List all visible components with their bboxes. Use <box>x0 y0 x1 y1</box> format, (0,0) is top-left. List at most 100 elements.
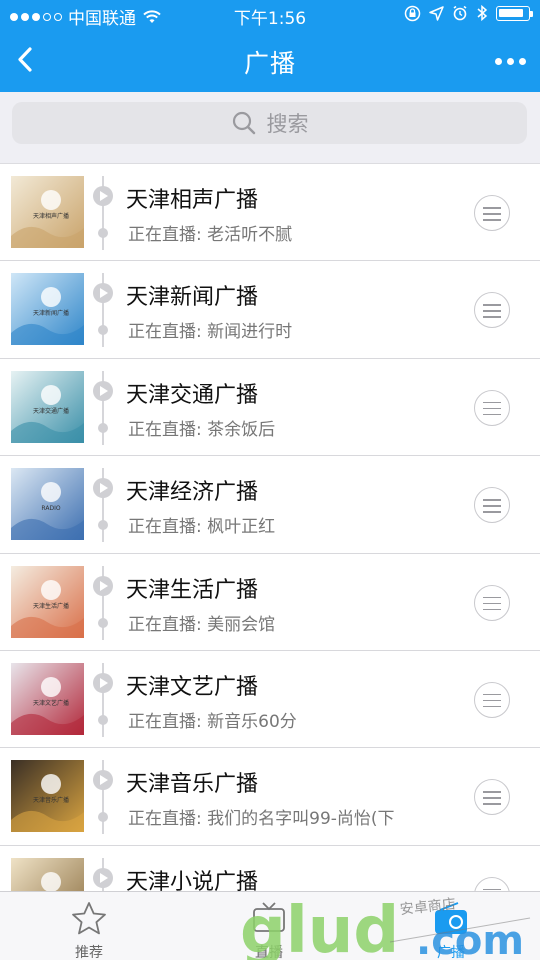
menu-lines-icon <box>483 596 501 599</box>
station-list: 天津相声广播 天津相声广播 正在直播: 老活听不腻 天津新闻广播 天津新闻广播 正在直播:… <box>0 164 540 891</box>
list-menu-button[interactable] <box>474 681 510 718</box>
station-thumbnail: 天津相声广播 <box>11 176 84 248</box>
station-name: 天津音乐广播 <box>126 772 259 798</box>
star-icon <box>72 902 106 935</box>
play-icon[interactable] <box>93 380 113 401</box>
station-item[interactable]: 天津新闻广播 天津新闻广播 正在直播: 新闻进行时 <box>0 261 540 359</box>
station-name: 天津文艺广播 <box>126 674 259 700</box>
now-playing-text: 正在直播: 新闻进行时 <box>128 322 293 343</box>
status-right <box>404 4 533 22</box>
station-item[interactable]: 天津交通广播 天津交通广播 正在直播: 茶余饭后 <box>0 359 540 457</box>
more-dots-icon <box>495 57 502 65</box>
tab-bar: 推荐 直播 广播 <box>0 891 540 960</box>
list-menu-button[interactable] <box>474 195 510 231</box>
svg-text:天津交通广播: 天津交通广播 <box>33 407 69 415</box>
now-playing-text: 正在直播: 我们的名字叫99-尚怡(下 <box>128 809 395 830</box>
svg-text:天津文艺广播: 天津文艺广播 <box>33 699 69 707</box>
station-thumbnail: 天津音乐广播 <box>11 760 84 833</box>
location-icon <box>429 5 444 21</box>
timeline-indicator <box>92 748 114 845</box>
station-logo-image: 天津音乐广播 <box>11 760 84 833</box>
page-title: 广播 <box>243 49 296 78</box>
now-playing-text: 正在直播: 新音乐60分 <box>128 711 297 732</box>
search-area: 搜索 <box>0 92 540 164</box>
list-menu-button[interactable] <box>474 292 510 329</box>
svg-text:天津新闻广播: 天津新闻广播 <box>33 309 69 317</box>
station-thumbnail: 天津文艺广播 <box>11 662 84 735</box>
list-menu-button[interactable] <box>474 389 510 426</box>
now-playing-text: 正在直播: 老活听不腻 <box>128 225 293 245</box>
station-logo-image: 天津交通广播 <box>11 370 84 443</box>
svg-text:天津相声广播: 天津相声广播 <box>33 212 69 220</box>
now-playing-text: 正在直播: 茶余饭后 <box>128 419 276 440</box>
play-icon[interactable] <box>93 867 113 888</box>
station-item[interactable]: 天津相声广播 天津相声广播 正在直播: 老活听不腻 <box>0 164 540 262</box>
tab-label: 推荐 <box>75 945 103 960</box>
timeline-indicator <box>92 651 114 748</box>
tv-icon <box>253 902 285 932</box>
station-name: 天津经济广播 <box>126 480 259 506</box>
alarm-icon <box>453 5 467 21</box>
timeline-indicator <box>92 261 114 358</box>
svg-text:天津音乐广播: 天津音乐广播 <box>33 796 69 804</box>
station-logo-image <box>11 857 84 891</box>
play-icon[interactable] <box>93 575 113 596</box>
svg-text:天津生活广播: 天津生活广播 <box>33 602 69 610</box>
tab-radio[interactable]: 广播 <box>391 892 511 960</box>
menu-lines-icon <box>483 499 501 501</box>
station-name: 天津生活广播 <box>126 577 259 603</box>
station-name: 天津小说广播 <box>126 869 259 891</box>
menu-lines-icon <box>483 791 501 793</box>
timeline-indicator <box>92 554 114 651</box>
list-menu-button[interactable] <box>474 876 510 891</box>
more-button[interactable] <box>486 44 526 78</box>
tab-label: 直播 <box>255 945 283 960</box>
list-menu-button[interactable] <box>474 779 510 816</box>
play-icon[interactable] <box>93 186 113 206</box>
station-thumbnail <box>11 857 84 891</box>
station-item[interactable]: 天津文艺广播 天津文艺广播 正在直播: 新音乐60分 <box>0 651 540 749</box>
now-playing-text: 正在直播: 美丽会馆 <box>128 614 276 635</box>
station-logo-image: 天津相声广播 <box>11 176 84 248</box>
battery-icon <box>496 5 533 21</box>
play-icon[interactable] <box>93 478 113 499</box>
station-logo-image: 天津新闻广播 <box>11 273 84 346</box>
navigation-bar: 广播 <box>0 30 540 92</box>
svg-text:RADIO: RADIO <box>41 505 60 512</box>
play-icon[interactable] <box>93 770 113 791</box>
station-name: 天津相声广播 <box>126 188 259 213</box>
station-logo-image: 天津文艺广播 <box>11 662 84 735</box>
timeline-indicator <box>92 456 114 553</box>
play-icon[interactable] <box>93 283 113 304</box>
orientation-lock-icon <box>404 5 421 21</box>
timeline-indicator <box>92 846 114 891</box>
menu-lines-icon <box>483 207 501 209</box>
list-menu-button[interactable] <box>474 584 510 621</box>
station-thumbnail: 天津交通广播 <box>11 370 84 443</box>
radio-icon <box>435 902 467 934</box>
menu-lines-icon <box>483 401 501 404</box>
menu-lines-icon <box>483 888 501 891</box>
station-item[interactable]: 天津音乐广播 天津音乐广播 正在直播: 我们的名字叫99-尚怡(下 <box>0 748 540 846</box>
station-thumbnail: 天津新闻广播 <box>11 273 84 346</box>
tab-live[interactable]: 直播 <box>209 892 329 960</box>
now-playing-text: 正在直播: 枫叶正红 <box>128 517 276 538</box>
station-item[interactable]: 天津生活广播 天津生活广播 正在直播: 美丽会馆 <box>0 554 540 651</box>
timeline-indicator <box>92 164 114 261</box>
battery-level <box>499 8 523 17</box>
station-item[interactable]: RADIO 天津经济广播正在直播: 枫叶正红 <box>0 456 540 554</box>
menu-lines-icon <box>483 693 501 696</box>
station-logo-image: RADIO <box>11 468 84 541</box>
station-name: 天津交通广播 <box>126 382 259 408</box>
list-menu-button[interactable] <box>474 487 510 524</box>
tab-recommend[interactable]: 推荐 <box>29 892 149 960</box>
station-thumbnail: 天津生活广播 <box>11 565 84 638</box>
station-thumbnail: RADIO <box>11 468 84 541</box>
station-name: 天津新闻广播 <box>126 285 259 311</box>
search-input[interactable]: 搜索 <box>12 102 527 144</box>
play-icon[interactable] <box>93 672 113 693</box>
station-logo-image: 天津生活广播 <box>11 565 84 638</box>
tab-label: 广播 <box>437 945 465 960</box>
bluetooth-icon <box>477 4 488 22</box>
station-item[interactable]: 天津小说广播 <box>0 846 540 891</box>
